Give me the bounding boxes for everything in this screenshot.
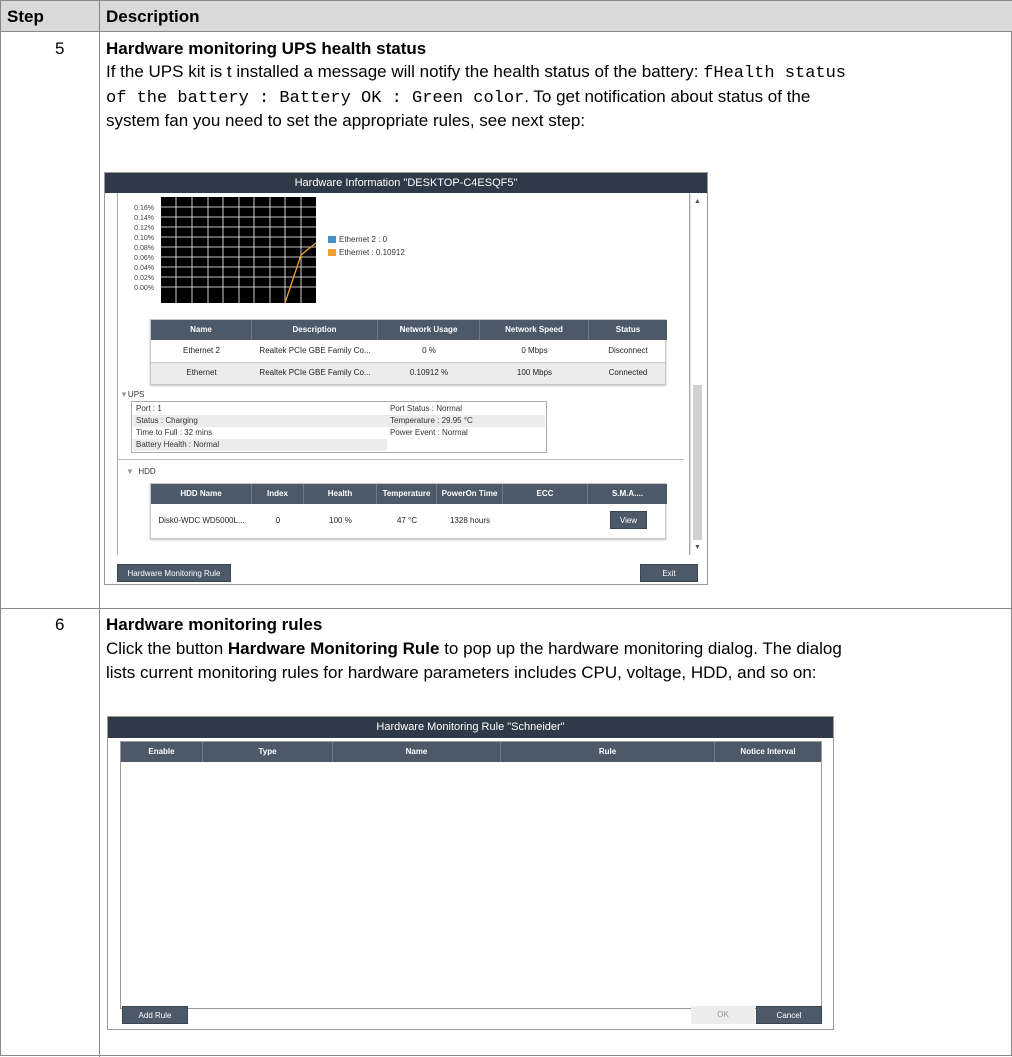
cell: Realtek PCIe GBE Family Co... <box>259 368 371 377</box>
scroll-up-arrow-icon[interactable]: ▲ <box>694 198 701 205</box>
column-header: Name <box>151 320 252 340</box>
cell: 47 °C <box>396 516 418 525</box>
column-header: Notice Interval <box>715 742 821 762</box>
y-tick: 0.06% <box>134 255 154 262</box>
y-tick: 0.02% <box>134 275 154 282</box>
y-tick: 0.12% <box>134 225 154 232</box>
column-header: HDD Name <box>151 484 252 504</box>
network-table: Name Description Network Usage Network S… <box>150 319 667 385</box>
y-tick: 0.00% <box>134 285 154 292</box>
ups-time-to-full: Time to Full : 32 mins <box>136 428 213 437</box>
description-column-header: Description <box>106 7 200 26</box>
section-divider <box>118 459 684 460</box>
column-header: Name <box>333 742 501 762</box>
view-button[interactable]: View <box>610 511 647 529</box>
rules-table: Enable Type Name Rule Notice Interval <box>120 741 822 1009</box>
ups-port: Port : 1 <box>136 404 162 413</box>
column-header: S.M.A.... <box>588 484 667 504</box>
hdd-table: HDD Name Index Health Temperature PowerO… <box>150 483 667 539</box>
cell: 0 <box>275 516 281 525</box>
hardware-information-dialog: Hardware Information "DESKTOP-C4ESQF5" 0… <box>104 172 708 585</box>
ups-section-toggle[interactable]: ▼UPS <box>120 390 144 399</box>
cell: 100 Mbps <box>516 368 553 377</box>
step-5-title: Hardware monitoring UPS health status <box>106 39 427 58</box>
cell: 1328 hours <box>449 516 491 525</box>
table-header: Step Description <box>1 1 1012 32</box>
ups-battery-health: Battery Health : Normal <box>136 440 220 449</box>
network-usage-chart <box>161 197 316 303</box>
step-5-text-line-3: system fan you need to set the appropria… <box>106 111 586 130</box>
cancel-button[interactable]: Cancel <box>756 1006 822 1024</box>
step-5-text-line-1: If the UPS kit is t installed a message … <box>106 62 847 83</box>
column-header: Network Speed <box>480 320 589 340</box>
scroll-down-arrow-icon[interactable]: ▼ <box>694 544 701 551</box>
ups-power-event: Power Event : Normal <box>390 428 468 437</box>
column-header: Health <box>304 484 377 504</box>
ups-temperature: Temperature : 29.95 °C <box>390 416 473 425</box>
y-tick: 0.08% <box>134 245 154 252</box>
column-header: Network Usage <box>378 320 480 340</box>
ups-status: Status : Charging <box>136 416 198 425</box>
step-number-6: 6 <box>55 615 65 634</box>
dialog-content: 0.16% 0.14% 0.12% 0.10% 0.08% 0.06% 0.04… <box>117 193 690 555</box>
step-5-text-line-2: of the battery : Battery OK : Green colo… <box>106 87 811 108</box>
column-header: Status <box>589 320 667 340</box>
column-header: PowerOn Time <box>437 484 503 504</box>
cell: Disconnect <box>608 346 648 355</box>
ok-button[interactable]: OK <box>691 1006 755 1024</box>
exit-button[interactable]: Exit <box>640 564 698 582</box>
y-tick: 0.16% <box>134 205 154 212</box>
step-6-text-line-1: Click the button Hardware Monitoring Rul… <box>106 639 842 658</box>
step-number-5: 5 <box>55 39 65 58</box>
column-header: Description <box>252 320 378 340</box>
column-header: ECC <box>503 484 588 504</box>
legend-item-ethernet-2: Ethernet 2 : 0 <box>328 235 387 244</box>
ethernet-series-line <box>284 242 316 303</box>
cell: 0.10912 % <box>409 368 449 377</box>
y-tick: 0.04% <box>134 265 154 272</box>
hardware-monitoring-rule-button[interactable]: Hardware Monitoring Rule <box>117 564 231 582</box>
cell: Ethernet 2 <box>183 346 220 355</box>
collapse-triangle-icon: ▼ <box>126 467 134 476</box>
legend-swatch <box>328 249 336 257</box>
collapse-triangle-icon: ▼ <box>120 390 128 399</box>
step-6-text-line-2: lists current monitoring rules for hardw… <box>106 663 817 682</box>
scroll-thumb[interactable] <box>693 385 702 540</box>
cell: Realtek PCIe GBE Family Co... <box>259 346 371 355</box>
dialog-title: Hardware Monitoring Rule "Schneider" <box>108 717 833 738</box>
cell: 100 % <box>329 516 352 525</box>
ups-port-status: Port Status : Normal <box>390 404 463 413</box>
cell: Disk0-WDC WD5000L... <box>158 516 245 525</box>
column-divider <box>99 1 100 1057</box>
legend-item-ethernet: Ethernet : 0.10912 <box>328 248 405 257</box>
ups-details: Port : 1 Status : Charging Time to Full … <box>131 401 547 453</box>
cell: 0 % <box>422 346 436 355</box>
column-header: Index <box>252 484 304 504</box>
column-header: Enable <box>121 742 203 762</box>
y-tick: 0.10% <box>134 235 154 242</box>
dialog-title: Hardware Information "DESKTOP-C4ESQF5" <box>105 173 707 193</box>
cell: 0 Mbps <box>521 346 548 355</box>
table-row[interactable]: Ethernet Realtek PCIe GBE Family Co... 0… <box>151 363 665 384</box>
vertical-scrollbar[interactable]: ▲ ▼ <box>690 195 703 555</box>
hdd-section-toggle[interactable]: ▼ HDD <box>126 467 156 476</box>
column-header: Type <box>203 742 333 762</box>
column-header: Temperature <box>377 484 437 504</box>
hardware-monitoring-rule-dialog: Hardware Monitoring Rule "Schneider" Ena… <box>107 716 834 1030</box>
add-rule-button[interactable]: Add Rule <box>122 1006 188 1024</box>
cell: Ethernet <box>186 368 217 377</box>
cell: Connected <box>608 368 648 377</box>
y-tick: 0.14% <box>134 215 154 222</box>
step-column-header: Step <box>7 7 44 26</box>
column-header: Rule <box>501 742 715 762</box>
legend-swatch <box>328 236 336 244</box>
row-divider <box>1 608 1012 609</box>
step-6-title: Hardware monitoring rules <box>106 615 323 634</box>
